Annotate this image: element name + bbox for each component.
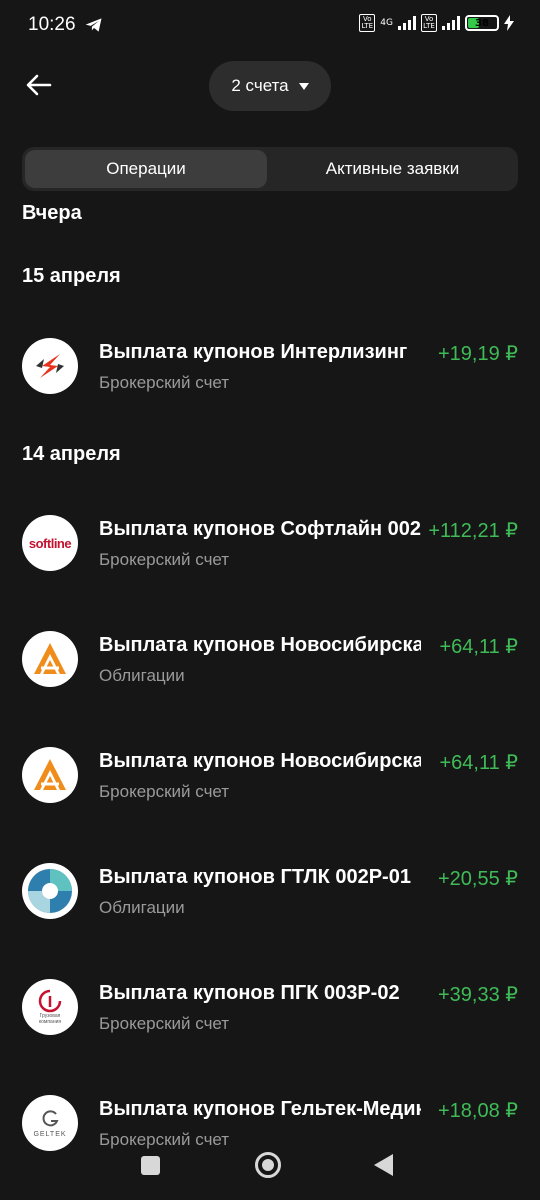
volte-icon: Vo LTE [359, 14, 376, 32]
softline-logo: softline [22, 515, 78, 571]
charging-icon [504, 15, 514, 31]
section-header-yesterday: Вчера [22, 202, 82, 224]
volte-icon-2: Vo LTE [421, 14, 437, 32]
caret-down-icon [298, 82, 309, 90]
operation-row[interactable]: Грузовая компания Выплата купонов ПГК 00… [22, 979, 518, 1039]
operation-title: Выплата купонов Интерлизинг [99, 341, 408, 363]
operation-row[interactable]: Выплата купонов Новосибирская Брокерский… [22, 747, 518, 807]
operation-row[interactable]: Выплата купонов ГТЛК 002Р-01 Облигации +… [22, 863, 518, 923]
operation-title: Выплата купонов Новосибирская [99, 634, 421, 656]
battery-icon: 38 [465, 15, 499, 31]
system-nav-bar [0, 1140, 540, 1200]
section-header-april-15: 15 апреля [22, 265, 121, 287]
operation-subtitle: Облигации [99, 666, 185, 685]
network-type: 4G [380, 18, 393, 28]
operation-subtitle: Брокерский счет [99, 1014, 230, 1033]
operation-title: Выплата купонов Софтлайн 002 [99, 518, 421, 540]
pgk-logo: Грузовая компания [22, 979, 78, 1035]
accounts-dropdown[interactable]: 2 счета [209, 61, 331, 111]
operation-amount: +64,11 ₽ [433, 634, 518, 659]
novosibirsk-logo [22, 747, 78, 803]
operation-subtitle: Брокерский счет [99, 373, 230, 392]
operation-amount: +112,21 ₽ [422, 518, 518, 543]
status-time: 10:26 [28, 14, 76, 35]
operation-title: Выплата купонов ГТЛК 002Р-01 [99, 866, 411, 888]
pgk-logo-text: Грузовая компания [38, 1013, 62, 1025]
interleasing-logo [22, 338, 78, 394]
gtlk-logo [22, 863, 78, 919]
operation-amount: +20,55 ₽ [431, 866, 518, 891]
operation-row[interactable]: Выплата купонов Интерлизинг Брокерский с… [22, 338, 518, 398]
operation-subtitle: Брокерский счет [99, 782, 230, 801]
operation-amount: +19,19 ₽ [431, 341, 518, 366]
recent-apps-button[interactable] [141, 1156, 160, 1175]
tab-active-orders[interactable]: Активные заявки [270, 150, 515, 188]
operation-title: Выплата купонов Гельтек-Медика [99, 1098, 421, 1120]
signal-icon-2 [442, 16, 460, 30]
operation-amount: +64,11 ₽ [433, 750, 518, 775]
battery-level: 38 [475, 17, 489, 29]
section-header-april-14: 14 апреля [22, 443, 121, 465]
operation-row[interactable]: Выплата купонов Новосибирская Облигации … [22, 631, 518, 691]
operation-title: Выплата купонов Новосибирская [99, 750, 421, 772]
signal-icon [398, 16, 416, 30]
telegram-icon [85, 18, 102, 32]
operation-row[interactable]: softline Выплата купонов Софтлайн 002 Бр… [22, 515, 518, 575]
system-icons: Vo LTE 4G Vo LTE 38 [359, 14, 514, 32]
operation-title: Выплата купонов ПГК 003Р-02 [99, 982, 400, 1004]
status-bar: 10:26 Vo LTE 4G Vo LTE 38 [0, 0, 540, 50]
operation-amount: +39,33 ₽ [431, 982, 518, 1007]
geltek-logo-text: GELTEK [33, 1130, 67, 1138]
tab-switcher: Операции Активные заявки [22, 147, 518, 191]
operation-amount: +18,08 ₽ [431, 1098, 518, 1123]
softline-logo-text: softline [28, 535, 72, 551]
back-button[interactable] [22, 68, 56, 102]
accounts-label: 2 счета [231, 76, 289, 95]
home-button[interactable] [255, 1152, 281, 1178]
novosibirsk-logo [22, 631, 78, 687]
operation-subtitle: Брокерский счет [99, 550, 230, 569]
tab-operations[interactable]: Операции [25, 150, 267, 188]
operation-subtitle: Облигации [99, 898, 185, 917]
system-back-button[interactable] [374, 1154, 393, 1176]
arrow-left-icon [26, 74, 52, 96]
